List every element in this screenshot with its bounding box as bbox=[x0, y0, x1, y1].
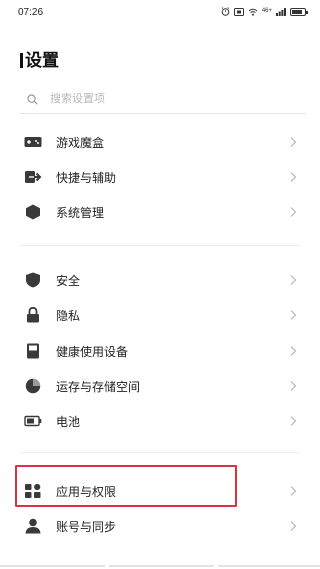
settings-item-memory-storage[interactable]: 运存与存储空间 bbox=[14, 371, 310, 401]
chevron-right-icon bbox=[290, 310, 297, 320]
settings-item-healthy-device-use[interactable]: 健康使用设备 bbox=[14, 336, 310, 366]
hourglass-icon bbox=[27, 343, 39, 359]
settings-item-game-box[interactable]: 游戏魔盒 bbox=[14, 127, 310, 157]
chevron-right-icon bbox=[290, 416, 297, 426]
alarm-icon bbox=[221, 7, 230, 16]
status-icons: 46+ bbox=[221, 7, 308, 16]
apps-grid-icon bbox=[25, 483, 41, 498]
bottom-edge-divider bbox=[0, 565, 320, 567]
signal-icon bbox=[276, 7, 286, 16]
title-accent-bar bbox=[20, 53, 23, 68]
settings-item-label: 安全 bbox=[56, 274, 81, 288]
chevron-right-icon bbox=[290, 521, 297, 531]
chevron-right-icon bbox=[290, 346, 297, 356]
settings-item-label: 电池 bbox=[56, 415, 81, 429]
chevron-right-icon bbox=[290, 207, 297, 217]
lock-icon bbox=[27, 307, 39, 323]
settings-item-label: 系统管理 bbox=[56, 206, 105, 220]
shortcut-arrow-icon bbox=[25, 171, 42, 183]
group-divider bbox=[20, 245, 300, 246]
settings-item-account-sync[interactable]: 账号与同步 bbox=[14, 511, 310, 541]
search-input[interactable] bbox=[50, 92, 290, 105]
wifi-icon bbox=[248, 8, 258, 16]
chevron-right-icon bbox=[290, 137, 297, 147]
settings-item-label: 隐私 bbox=[56, 309, 81, 323]
settings-item-label: 快捷与辅助 bbox=[56, 171, 117, 185]
page-title: 设置 bbox=[20, 46, 59, 71]
shield-icon bbox=[26, 272, 40, 288]
settings-item-battery[interactable]: 电池 bbox=[14, 406, 310, 436]
chevron-right-icon bbox=[290, 381, 297, 391]
status-battery-icon bbox=[290, 7, 308, 16]
settings-item-security[interactable]: 安全 bbox=[14, 265, 310, 295]
status-bar: 07:26 46+ bbox=[0, 0, 320, 26]
storage-pie-icon bbox=[25, 378, 41, 394]
nfc-icon bbox=[233, 7, 244, 16]
search-icon bbox=[27, 94, 38, 105]
settings-item-label: 应用与权限 bbox=[56, 485, 117, 499]
status-time: 07:26 bbox=[18, 7, 44, 18]
network-type-label: 46+ bbox=[261, 8, 272, 14]
chevron-right-icon bbox=[290, 172, 297, 182]
gamepad-icon bbox=[24, 137, 42, 147]
settings-item-apps-permissions[interactable]: 应用与权限 bbox=[14, 476, 310, 506]
group-divider bbox=[20, 452, 300, 453]
page-title-text: 设置 bbox=[25, 51, 59, 71]
settings-item-shortcuts[interactable]: 快捷与辅助 bbox=[14, 162, 310, 192]
battery-icon bbox=[24, 415, 42, 427]
settings-item-privacy[interactable]: 隐私 bbox=[14, 300, 310, 330]
user-account-icon bbox=[25, 518, 41, 534]
settings-item-label: 健康使用设备 bbox=[56, 345, 129, 359]
settings-item-label: 运存与存储空间 bbox=[56, 380, 141, 394]
chevron-right-icon bbox=[290, 486, 297, 496]
hexagon-system-icon bbox=[26, 204, 40, 220]
search-box[interactable] bbox=[20, 88, 306, 114]
settings-item-label: 账号与同步 bbox=[56, 520, 117, 534]
settings-item-label: 游戏魔盒 bbox=[56, 136, 105, 150]
chevron-right-icon bbox=[290, 275, 297, 285]
settings-item-system-management[interactable]: 系统管理 bbox=[14, 197, 310, 227]
